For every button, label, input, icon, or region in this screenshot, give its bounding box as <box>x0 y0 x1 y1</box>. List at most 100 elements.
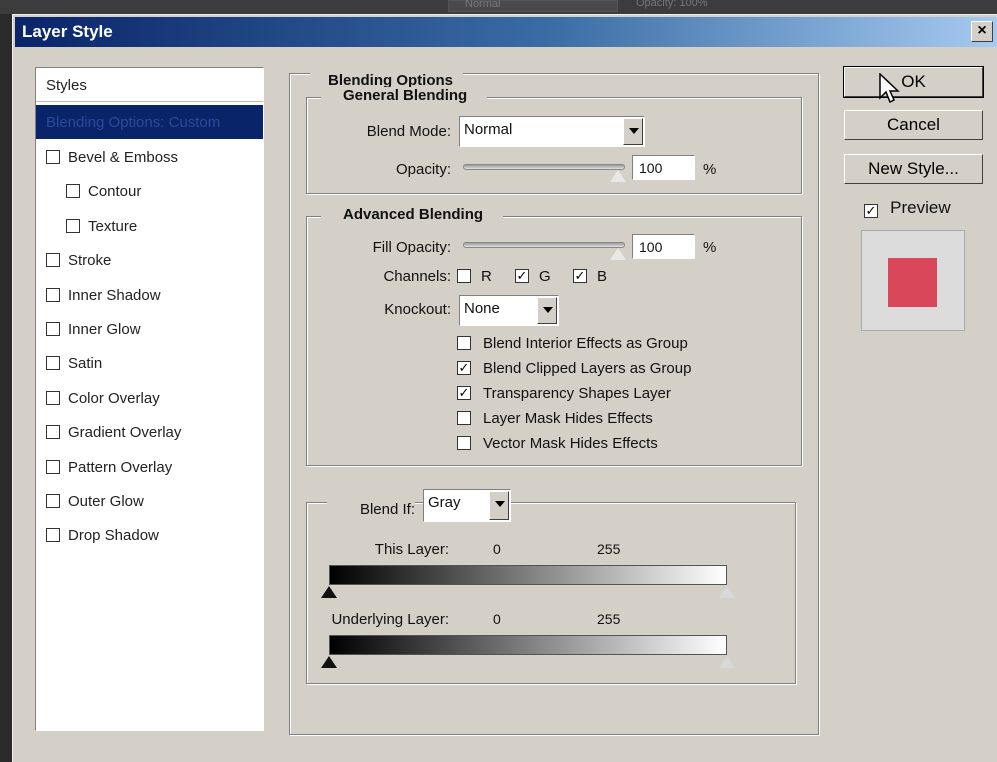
general-blending-title: General Blending <box>321 87 488 104</box>
title-bar[interactable]: Layer Style × <box>15 17 997 47</box>
style-label: Gradient Overlay <box>68 424 182 442</box>
opacity-input[interactable]: 100 <box>632 155 695 180</box>
advanced-option-label: Blend Clipped Layers as Group <box>483 360 692 377</box>
advanced-option-label: Vector Mask Hides Effects <box>483 435 658 452</box>
style-checkbox[interactable] <box>46 150 60 164</box>
chevron-down-icon <box>623 118 643 145</box>
fill-opacity-input[interactable]: 100 <box>632 234 695 259</box>
style-label: Contour <box>88 183 142 201</box>
advanced-option-checkbox[interactable] <box>457 411 471 425</box>
style-label: Bevel & Emboss <box>68 149 179 166</box>
style-label: Satin <box>68 355 103 373</box>
styles-item[interactable]: Outer Glow <box>36 484 263 518</box>
preview-swatch <box>888 258 937 307</box>
style-checkbox[interactable] <box>46 390 60 405</box>
advanced-option-checkbox[interactable]: ✓ <box>457 361 471 375</box>
opacity-percent: % <box>703 161 717 178</box>
blending-options-panel: Blending Options General Blending Blend … <box>289 72 819 735</box>
channel-checkbox[interactable]: ✓ <box>515 269 529 283</box>
styles-item[interactable]: Texture <box>36 209 263 243</box>
this-layer-max: 255 <box>597 541 621 557</box>
knockout-select[interactable]: None <box>459 295 559 326</box>
chevron-down-icon <box>537 297 557 324</box>
blend-if-select[interactable]: Gray <box>423 489 511 522</box>
opacity-label: Opacity: <box>395 161 451 178</box>
advanced-option-label: Layer Mask Hides Effects <box>483 410 653 427</box>
this-layer-label: This Layer: <box>374 541 449 558</box>
background-mode-field: Normal <box>448 0 618 12</box>
channel-label: B <box>597 268 608 285</box>
styles-item[interactable]: Contour <box>36 174 263 208</box>
underlying-layer-label: Underlying Layer: <box>331 611 449 628</box>
style-checkbox[interactable] <box>46 253 60 268</box>
cancel-button[interactable]: Cancel <box>844 110 983 140</box>
channels-label: Channels: <box>383 268 451 285</box>
styles-item[interactable]: Inner Shadow <box>36 278 263 312</box>
advanced-blending-group: Advanced Blending Fill Opacity: 100 % Ch… <box>306 206 802 466</box>
underlying-layer-max: 255 <box>597 611 621 627</box>
style-checkbox[interactable] <box>66 218 80 233</box>
advanced-option-checkbox[interactable]: ✓ <box>457 386 471 400</box>
preview-label: Preview <box>890 198 951 217</box>
preview-checkbox[interactable]: ✓ <box>864 204 878 218</box>
fill-opacity-label: Fill Opacity: <box>372 239 451 256</box>
advanced-option-checkbox[interactable] <box>457 436 471 450</box>
style-label: Inner Shadow <box>68 286 161 304</box>
ok-button[interactable]: OK <box>843 66 984 98</box>
channel-checkbox[interactable]: ✓ <box>573 269 587 283</box>
blend-if-label: Blend If: <box>327 501 415 518</box>
styles-header[interactable]: Styles <box>36 68 263 102</box>
styles-item[interactable]: Stroke <box>36 243 263 277</box>
style-checkbox[interactable] <box>46 322 60 336</box>
fill-opacity-slider-thumb[interactable] <box>610 248 626 260</box>
style-label: Stroke <box>68 252 112 270</box>
channel-checkbox[interactable] <box>457 269 471 283</box>
close-icon: × <box>977 22 987 39</box>
styles-item[interactable]: Bevel & Emboss <box>36 140 263 174</box>
styles-list: Styles Blending Options: Custom Bevel & … <box>35 67 264 731</box>
this-layer-white-thumb[interactable] <box>719 586 735 598</box>
styles-item-blending-options[interactable]: Blending Options: Custom <box>36 105 263 139</box>
blend-mode-label: Blend Mode: <box>366 123 451 140</box>
close-button[interactable]: × <box>971 21 993 42</box>
underlying-layer-min: 0 <box>493 611 501 627</box>
mouse-cursor-icon <box>879 73 900 104</box>
style-checkbox[interactable] <box>46 494 60 508</box>
opacity-slider[interactable] <box>463 164 625 170</box>
channel-label: G <box>539 268 551 285</box>
style-label: Pattern Overlay <box>68 458 173 476</box>
style-checkbox[interactable] <box>46 425 60 440</box>
style-label: Texture <box>88 217 138 235</box>
style-checkbox[interactable] <box>46 459 60 474</box>
advanced-option-checkbox[interactable] <box>457 336 471 350</box>
fill-opacity-percent: % <box>703 239 717 256</box>
this-layer-min: 0 <box>493 541 501 557</box>
advanced-blending-title: Advanced Blending <box>321 206 504 223</box>
style-checkbox[interactable] <box>46 287 60 302</box>
channel-label: R <box>481 268 492 285</box>
advanced-option-label: Transparency Shapes Layer <box>483 385 671 402</box>
new-style-button[interactable]: New Style... <box>844 154 983 184</box>
advanced-option-label: Blend Interior Effects as Group <box>483 335 688 352</box>
background-opacity-text: Opacity: 100% <box>636 0 708 9</box>
styles-item[interactable]: Color Overlay <box>36 381 263 415</box>
styles-item[interactable]: Pattern Overlay <box>36 450 263 484</box>
this-layer-black-thumb[interactable] <box>321 586 337 598</box>
preview-thumbnail <box>861 230 965 331</box>
styles-item[interactable]: Satin <box>36 346 263 380</box>
dialog-title: Layer Style <box>22 22 113 41</box>
underlying-layer-white-thumb[interactable] <box>719 656 735 668</box>
underlying-layer-black-thumb[interactable] <box>321 656 337 668</box>
blend-mode-select[interactable]: Normal <box>459 116 645 147</box>
styles-item[interactable]: Drop Shadow <box>36 518 263 552</box>
preview-toggle[interactable]: ✓ Preview <box>864 198 951 218</box>
opacity-slider-thumb[interactable] <box>610 170 626 182</box>
styles-item[interactable]: Gradient Overlay <box>36 415 263 449</box>
style-checkbox[interactable] <box>46 528 60 543</box>
styles-item[interactable]: Inner Glow <box>36 312 263 346</box>
style-label: Drop Shadow <box>68 527 159 545</box>
fill-opacity-slider[interactable] <box>463 242 625 248</box>
general-blending-group: General Blending Blend Mode: Normal Opac… <box>306 87 802 194</box>
style-checkbox[interactable] <box>46 356 60 371</box>
style-checkbox[interactable] <box>66 184 80 199</box>
